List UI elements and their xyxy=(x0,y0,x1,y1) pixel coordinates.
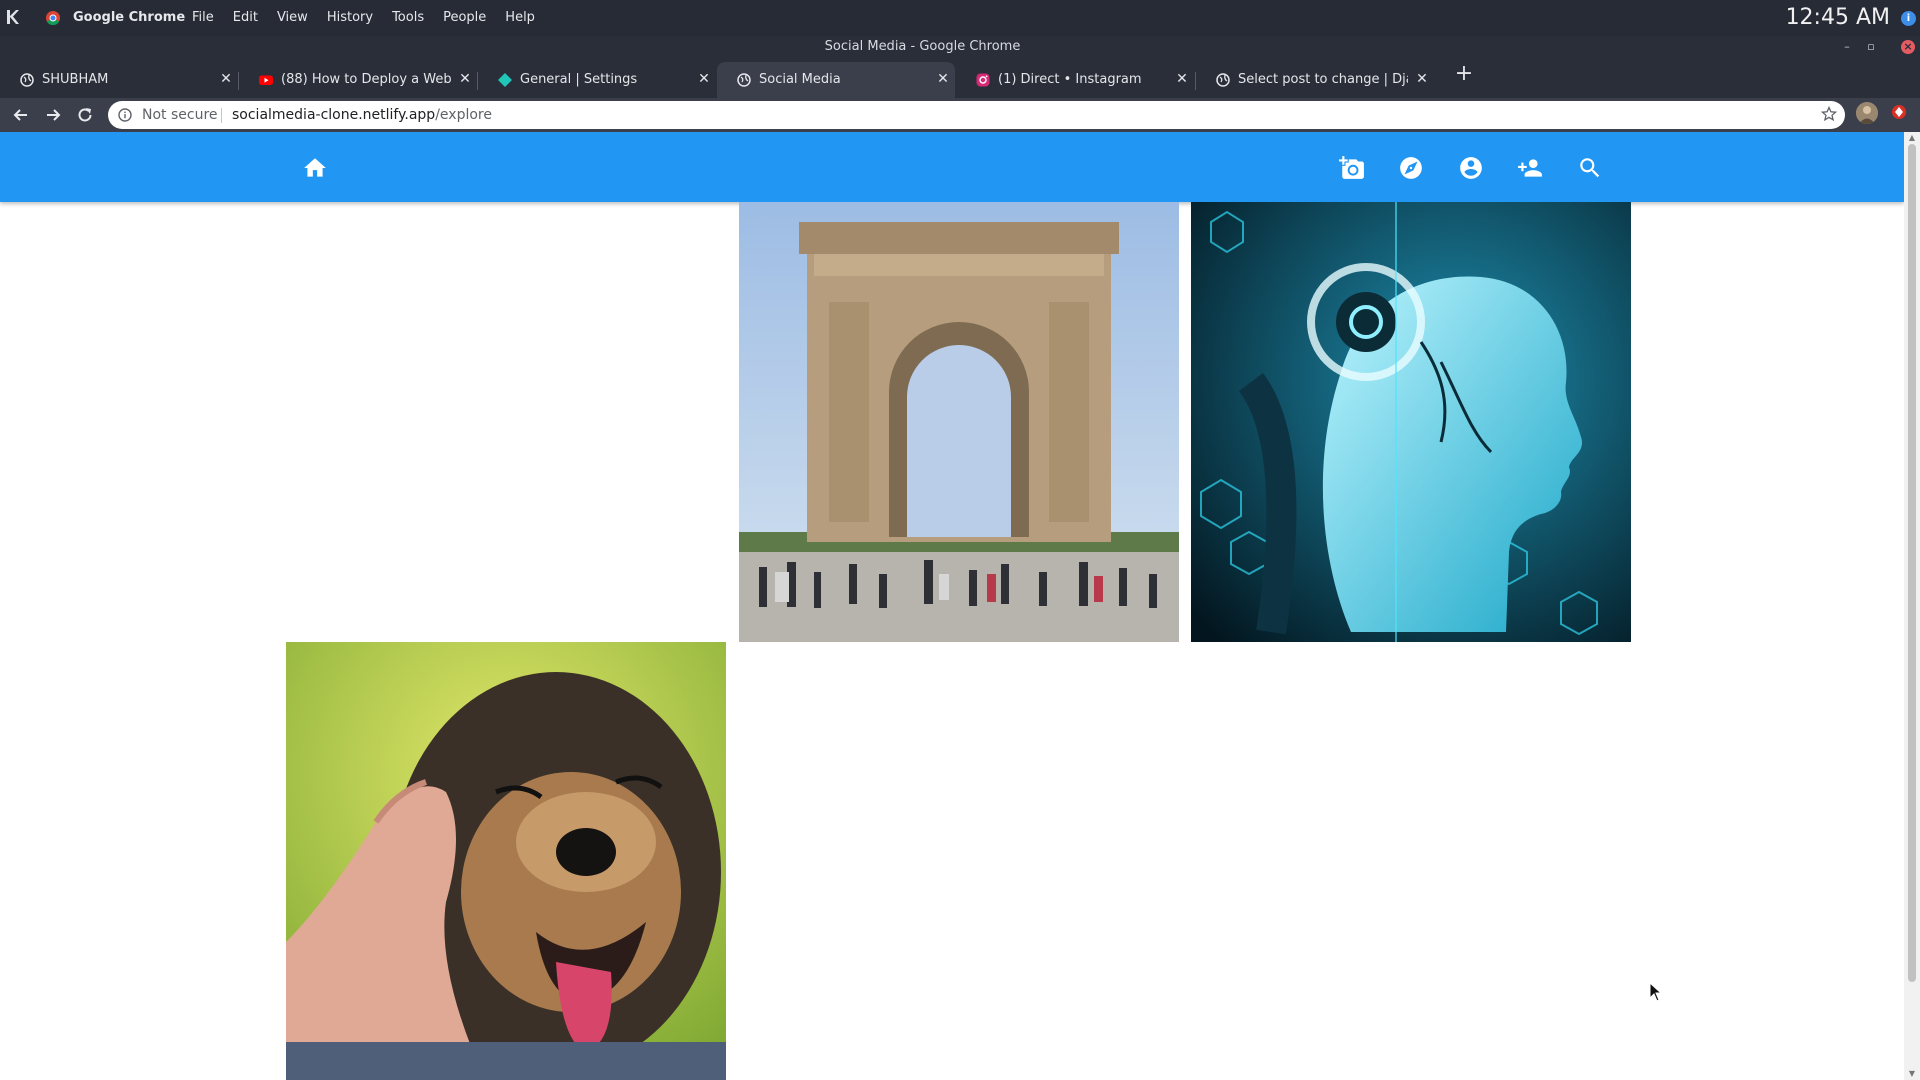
globe-icon xyxy=(737,73,751,87)
menu-edit[interactable]: Edit xyxy=(233,10,258,25)
window-title-bar: Social Media - Google Chrome – ▫ × xyxy=(0,36,1920,58)
person-add-icon[interactable] xyxy=(1517,155,1543,181)
account-circle-icon[interactable] xyxy=(1458,155,1484,181)
globe-icon xyxy=(1216,73,1230,87)
home-icon[interactable] xyxy=(302,155,328,181)
photo-ai-robot xyxy=(1191,202,1631,642)
tab-label: (1) Direct • Instagram xyxy=(998,72,1142,87)
omnibox-divider xyxy=(221,108,222,123)
url-host: socialmedia-clone.netlify.app xyxy=(232,107,436,123)
os-top-panel: Google Chrome File Edit View History Too… xyxy=(0,0,1920,36)
forward-arrow-icon[interactable] xyxy=(44,106,62,124)
post-tile-india-gate[interactable] xyxy=(739,202,1179,642)
tab-label: SHUBHAM xyxy=(42,72,109,87)
tab-netlify-settings[interactable]: General | Settings ✕ xyxy=(478,62,716,98)
url-path: /explore xyxy=(435,107,492,123)
new-tab-icon[interactable]: + xyxy=(1454,63,1474,85)
tab-strip: SHUBHAM ✕ (88) How to Deploy a Webpage ✕… xyxy=(0,58,1920,98)
instagram-icon xyxy=(976,73,990,87)
search-icon[interactable] xyxy=(1577,155,1603,181)
notification-icon[interactable]: i xyxy=(1901,11,1916,26)
reload-icon[interactable] xyxy=(76,106,94,124)
security-label[interactable]: Not secure xyxy=(142,107,218,123)
url-text[interactable]: socialmedia-clone.netlify.app/explore xyxy=(232,107,492,123)
maximize-icon[interactable]: ▫ xyxy=(1864,40,1878,54)
scrollbar-thumb[interactable] xyxy=(1908,144,1916,982)
tab-instagram[interactable]: (1) Direct • Instagram ✕ xyxy=(956,62,1194,98)
system-clock[interactable]: 12:45 AM xyxy=(1786,5,1890,30)
tab-close-icon[interactable]: ✕ xyxy=(218,71,234,87)
tab-label: (88) How to Deploy a Webpage xyxy=(281,72,451,87)
back-arrow-icon[interactable] xyxy=(12,106,30,124)
tab-close-icon[interactable]: ✕ xyxy=(935,71,951,87)
tab-close-icon[interactable]: ✕ xyxy=(1174,71,1190,87)
tab-label: Select post to change | Django xyxy=(1238,72,1408,87)
tab-django-admin[interactable]: Select post to change | Django ✕ xyxy=(1196,62,1434,98)
tab-label: General | Settings xyxy=(520,72,638,87)
window-title: Social Media - Google Chrome xyxy=(824,39,1021,54)
photo-dog xyxy=(286,642,726,1080)
tab-close-icon[interactable]: ✕ xyxy=(457,71,473,87)
page-scrollbar[interactable]: ▲ ▼ xyxy=(1904,132,1920,1080)
mouse-cursor-icon xyxy=(1649,982,1663,1002)
youtube-icon xyxy=(259,73,273,87)
tab-close-icon[interactable]: ✕ xyxy=(696,71,712,87)
menu-help[interactable]: Help xyxy=(505,10,535,25)
bookmark-star-icon[interactable] xyxy=(1821,106,1837,122)
app-menu: File Edit View History Tools People Help xyxy=(192,10,535,25)
kde-launcher-icon[interactable] xyxy=(4,8,22,26)
tab-youtube[interactable]: (88) How to Deploy a Webpage ✕ xyxy=(239,62,477,98)
tab-shubham[interactable]: SHUBHAM ✕ xyxy=(0,62,238,98)
menu-history[interactable]: History xyxy=(327,10,373,25)
scroll-up-icon[interactable]: ▲ xyxy=(1907,134,1917,142)
active-app-name: Google Chrome xyxy=(73,10,186,25)
post-tile-ai-robot[interactable] xyxy=(1191,202,1631,642)
minimize-icon[interactable]: – xyxy=(1840,40,1854,54)
photo-india-gate xyxy=(739,202,1179,642)
tab-label: Social Media xyxy=(759,72,841,87)
add-photo-icon[interactable] xyxy=(1339,155,1365,181)
tab-social-media[interactable]: Social Media ✕ xyxy=(717,62,955,98)
page-viewport xyxy=(0,132,1904,1080)
chrome-icon xyxy=(46,11,60,25)
address-bar[interactable]: Not secure socialmedia-clone.netlify.app… xyxy=(108,101,1845,129)
post-tile-dog[interactable] xyxy=(286,642,726,1080)
menu-file[interactable]: File xyxy=(192,10,214,25)
extension-icon[interactable] xyxy=(1890,103,1908,121)
app-header xyxy=(0,132,1904,202)
menu-tools[interactable]: Tools xyxy=(392,10,424,25)
globe-icon xyxy=(20,73,34,87)
profile-avatar[interactable] xyxy=(1856,102,1878,124)
netlify-icon xyxy=(498,73,512,87)
info-icon[interactable] xyxy=(118,108,132,122)
window-close-icon[interactable]: × xyxy=(1901,40,1915,54)
tab-close-icon[interactable]: ✕ xyxy=(1414,71,1430,87)
menu-people[interactable]: People xyxy=(443,10,486,25)
explore-icon[interactable] xyxy=(1398,155,1424,181)
menu-view[interactable]: View xyxy=(277,10,308,25)
scroll-down-icon[interactable]: ▼ xyxy=(1907,1070,1917,1078)
